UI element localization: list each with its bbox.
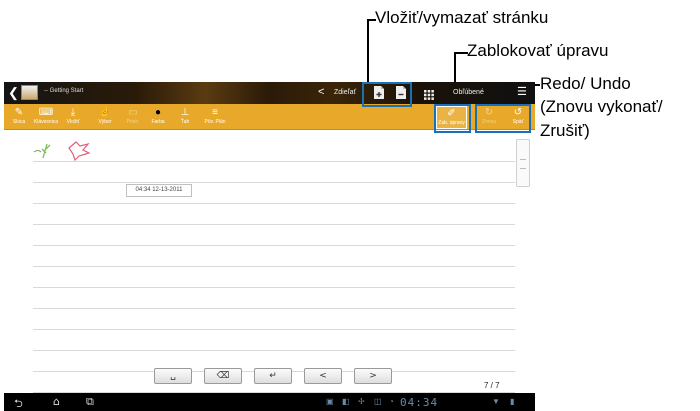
tool-template[interactable]: ≡ Pôv. Plán: [200, 106, 230, 129]
backspace-key[interactable]: ⌫: [204, 368, 242, 384]
usb-icon: ✢: [358, 397, 365, 406]
title-bar: ❮ -- Getting Start < Zdieľať Obľúbené ☰: [4, 82, 535, 104]
keyboard-icon: ⌨: [38, 107, 54, 118]
highlight-redo-undo: [475, 104, 531, 133]
template-icon: ≡: [212, 107, 218, 118]
notebook-thumbnail[interactable]: [21, 85, 38, 100]
text-icon: ▭: [128, 107, 138, 118]
tool-insert[interactable]: ⤓ Vložiť: [60, 106, 86, 129]
tool-select[interactable]: ☝ Výber: [92, 106, 118, 129]
timestamp-field[interactable]: 04:34 12-13-2011: [126, 184, 192, 197]
favorites-button[interactable]: Obľúbené: [453, 89, 484, 96]
back-nav-icon[interactable]: ⮌: [14, 395, 23, 411]
tool-color[interactable]: ● Farba: [145, 106, 171, 129]
callout-line: [454, 52, 468, 54]
tool-keyboard[interactable]: ⌨ Klávesnica: [33, 106, 59, 129]
highlight-lock-edit: [434, 104, 471, 133]
alarm-icon: ◔: [389, 397, 394, 406]
callout-redo-undo: Redo/ Undo: [540, 74, 631, 93]
left-arrow-key[interactable]: <: [304, 368, 342, 384]
color-dot-icon: ●: [154, 107, 162, 118]
enter-key[interactable]: ↵: [254, 368, 292, 384]
select-icon: ☝: [98, 107, 112, 118]
note-canvas[interactable]: 04:34 12-13-2011: [4, 130, 535, 406]
scrollbar[interactable]: [516, 139, 530, 187]
wifi-icon: ▼: [492, 397, 500, 406]
chevron-left-icon[interactable]: ❮: [8, 85, 19, 101]
battery-icon: ▮: [510, 397, 515, 406]
callout-redo-undo-desc: (Znovu vykonať/: [540, 97, 663, 116]
share-button[interactable]: Zdieľať: [334, 89, 356, 96]
clock: 04:34: [400, 396, 439, 409]
callout-lock-edit: Zablokovať úpravu: [467, 41, 609, 60]
right-arrow-key[interactable]: >: [354, 368, 392, 384]
share-icon[interactable]: <: [318, 86, 324, 98]
insert-icon: ⤓: [70, 107, 76, 118]
callout-line: [367, 19, 369, 84]
tool-stroke[interactable]: ⊥ Ťah: [172, 106, 198, 129]
space-key[interactable]: ␣: [154, 368, 192, 384]
scribble-icon: ✎: [14, 107, 24, 118]
notification-icon: ◧: [342, 397, 350, 406]
menu-icon[interactable]: ☰: [517, 85, 527, 98]
callout-page-insert: Vložiť/vymazať stránku: [375, 8, 549, 27]
system-nav-bar: ⮌ ⌂ ⧉ ▣ ◧ ✢ ◫ ◔ 04:34 ▼ ▮: [4, 393, 535, 411]
recent-apps-icon[interactable]: ⧉: [86, 395, 94, 409]
highlight-page-buttons: [362, 82, 412, 107]
grid-icon[interactable]: [424, 87, 434, 105]
stroke-icon: ⊥: [180, 107, 190, 118]
screenshot-icon[interactable]: ▣: [326, 397, 334, 406]
home-icon[interactable]: ⌂: [53, 395, 60, 408]
callout-redo-undo-desc: Zrušiť): [540, 121, 590, 140]
tool-text[interactable]: ▭ Prieh.: [120, 106, 146, 129]
tool-sketch[interactable]: ✎ Skica: [6, 106, 32, 129]
page-counter: 7 / 7: [484, 381, 500, 390]
sync-icon: ◫: [374, 397, 382, 406]
notebook-title: -- Getting Start: [44, 88, 84, 94]
